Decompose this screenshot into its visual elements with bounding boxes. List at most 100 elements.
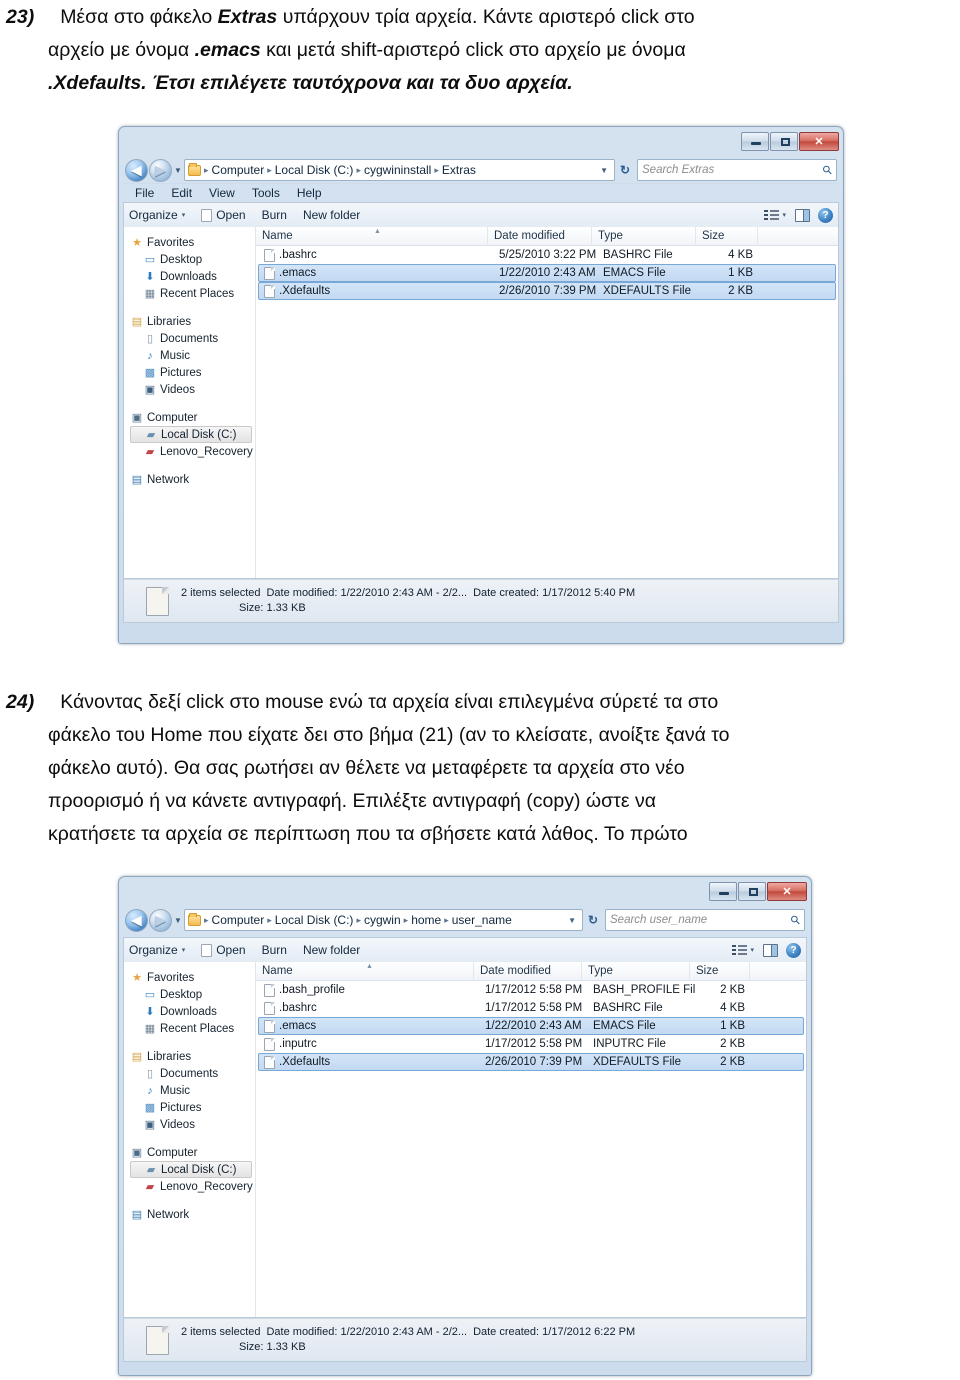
menu-file[interactable]: File <box>135 186 154 200</box>
minimize-button[interactable] <box>741 132 769 151</box>
sidebar-item-documents[interactable]: ▯ Documents <box>130 1065 255 1082</box>
column-header-size[interactable]: Size <box>696 227 758 246</box>
sidebar-item-music[interactable]: ♪ Music <box>130 1082 255 1099</box>
new-folder-button[interactable]: New folder <box>303 943 360 957</box>
sidebar-item-recent-places[interactable]: ▦ Recent Places <box>130 1020 255 1037</box>
breadcrumb[interactable]: ▸ Computer ▸ Local Disk (C:) ▸ cygwin ▸ … <box>203 913 564 927</box>
table-row[interactable]: .Xdefaults 2/26/2010 7:39 PM XDEFAULTS F… <box>258 282 836 300</box>
menu-help[interactable]: Help <box>297 186 322 200</box>
breadcrumb-item-cygwininstall[interactable]: cygwininstall <box>362 163 433 177</box>
menu-tools[interactable]: Tools <box>252 186 280 200</box>
help-icon[interactable]: ? <box>818 207 833 223</box>
titlebar[interactable]: ✕ <box>123 131 839 157</box>
minimize-button[interactable] <box>709 882 737 901</box>
navigation-pane[interactable]: ★ Favorites ▭ Desktop ⬇ Downloads ▦ Recent P… <box>124 962 256 1317</box>
table-row[interactable]: .bashrc 1/17/2012 5:58 PM BASHRC File 4 … <box>258 999 804 1017</box>
address-bar[interactable]: ▸ Computer ▸ Local Disk (C:) ▸ cygwinins… <box>184 159 615 181</box>
sidebar-item-local-disk-c[interactable]: ▰ Local Disk (C:) <box>130 426 252 443</box>
sidebar-item-computer[interactable]: ▣ Computer <box>130 1144 255 1161</box>
sidebar-item-favorites[interactable]: ★ Favorites <box>130 969 255 986</box>
menu-edit[interactable]: Edit <box>171 186 192 200</box>
file-list-empty-area[interactable] <box>256 1071 806 1317</box>
file-list-pane[interactable]: Name Date modified Type Size ▲ .bashrc 5… <box>256 227 838 578</box>
command-bar-right[interactable]: ▾ ? <box>732 942 801 958</box>
close-button[interactable]: ✕ <box>799 132 839 151</box>
column-headers[interactable]: Name Date modified Type Size ▲ <box>256 962 806 981</box>
sidebar-item-network[interactable]: ▤ Network <box>130 1206 255 1223</box>
sidebar-item-lenovo-recovery[interactable]: ▰ Lenovo_Recovery (D <box>130 443 255 460</box>
breadcrumb-item-home[interactable]: home <box>409 913 443 927</box>
view-chevron-down-icon[interactable]: ▾ <box>782 211 786 219</box>
sidebar-item-documents[interactable]: ▯ Documents <box>130 330 255 347</box>
navigation-pane[interactable]: ★ Favorites ▭ Desktop ⬇ Downloads ▦ Recent P… <box>124 227 256 578</box>
command-bar[interactable]: Organize ▾ Open Burn New folder ▾ ? <box>123 202 839 227</box>
titlebar[interactable]: ✕ <box>123 881 807 907</box>
explorer-window-extras[interactable]: ✕ ◀ ▶ ▼ ▸ Computer ▸ Local Disk (C:) ▸ c… <box>118 126 844 644</box>
file-list-empty-area[interactable] <box>256 300 838 578</box>
history-dropdown-icon[interactable]: ▼ <box>172 916 184 925</box>
sidebar-item-desktop[interactable]: ▭ Desktop <box>130 986 255 1003</box>
breadcrumb-item-computer[interactable]: Computer <box>210 163 267 177</box>
sidebar-item-downloads[interactable]: ⬇ Downloads <box>130 268 255 285</box>
sidebar-item-libraries[interactable]: ▤ Libraries <box>130 1048 255 1065</box>
open-button[interactable]: Open <box>201 208 246 222</box>
column-header-type[interactable]: Type <box>592 227 696 246</box>
change-view-icon[interactable] <box>732 944 748 956</box>
search-box[interactable]: Search Extras ⚲ <box>637 159 837 181</box>
refresh-button[interactable]: ↻ <box>583 913 603 927</box>
sidebar-item-videos[interactable]: ▣ Videos <box>130 1116 255 1133</box>
sidebar-item-downloads[interactable]: ⬇ Downloads <box>130 1003 255 1020</box>
sidebar-item-videos[interactable]: ▣ Videos <box>130 381 255 398</box>
search-input[interactable]: Search Extras <box>642 164 823 176</box>
sidebar-item-computer[interactable]: ▣ Computer <box>130 409 255 426</box>
search-box[interactable]: Search user_name ⚲ <box>605 909 805 931</box>
sidebar-item-local-disk-c[interactable]: ▰ Local Disk (C:) <box>130 1161 252 1178</box>
sidebar-item-lenovo-recovery[interactable]: ▰ Lenovo_Recovery (D <box>130 1178 255 1195</box>
sidebar-item-pictures[interactable]: ▩ Pictures <box>130 364 255 381</box>
file-list-pane[interactable]: Name Date modified Type Size ▲ .bash_pro… <box>256 962 806 1317</box>
back-button[interactable]: ◀ <box>125 158 148 182</box>
breadcrumb-item-computer[interactable]: Computer <box>210 913 267 927</box>
refresh-button[interactable]: ↻ <box>615 163 635 177</box>
address-dropdown-icon[interactable]: ▼ <box>596 166 612 175</box>
explorer-window-user-home[interactable]: ✕ ◀ ▶ ▼ ▸ Computer ▸ Local Disk (C:) ▸ c… <box>118 876 812 1376</box>
column-header-size[interactable]: Size <box>690 962 750 981</box>
command-bar[interactable]: Organize ▾ Open Burn New folder ▾ ? <box>123 937 807 962</box>
address-row[interactable]: ◀ ▶ ▼ ▸ Computer ▸ Local Disk (C:) ▸ cyg… <box>123 907 807 933</box>
sidebar-item-recent-places[interactable]: ▦ Recent Places <box>130 285 255 302</box>
sidebar-item-music[interactable]: ♪ Music <box>130 347 255 364</box>
close-button[interactable]: ✕ <box>767 882 807 901</box>
back-button[interactable]: ◀ <box>125 908 148 932</box>
forward-button[interactable]: ▶ <box>149 908 172 932</box>
menu-bar[interactable]: File Edit View Tools Help <box>123 183 839 202</box>
breadcrumb-item-user-name[interactable]: user_name <box>450 913 514 927</box>
breadcrumb[interactable]: ▸ Computer ▸ Local Disk (C:) ▸ cygwinins… <box>203 163 596 177</box>
new-folder-button[interactable]: New folder <box>303 208 360 222</box>
command-bar-right[interactable]: ▾ ? <box>764 207 833 223</box>
breadcrumb-item-local-disk[interactable]: Local Disk (C:) <box>273 163 356 177</box>
table-row[interactable]: .emacs 1/22/2010 2:43 AM EMACS File 1 KB <box>258 1017 804 1035</box>
breadcrumb-item-extras[interactable]: Extras <box>440 163 478 177</box>
view-chevron-down-icon[interactable]: ▾ <box>750 946 754 954</box>
preview-pane-icon[interactable] <box>763 943 778 957</box>
sidebar-item-pictures[interactable]: ▩ Pictures <box>130 1099 255 1116</box>
change-view-icon[interactable] <box>764 209 780 221</box>
sidebar-item-desktop[interactable]: ▭ Desktop <box>130 251 255 268</box>
column-header-name[interactable]: Name <box>256 962 474 981</box>
burn-button[interactable]: Burn <box>262 208 287 222</box>
address-dropdown-icon[interactable]: ▼ <box>564 916 580 925</box>
table-row[interactable]: .bashrc 5/25/2010 3:22 PM BASHRC File 4 … <box>258 246 836 264</box>
window-controls[interactable]: ✕ <box>740 132 839 151</box>
preview-pane-icon[interactable] <box>795 208 810 222</box>
organize-button[interactable]: Organize ▾ <box>129 943 185 957</box>
table-row[interactable]: .Xdefaults 2/26/2010 7:39 PM XDEFAULTS F… <box>258 1053 804 1071</box>
sidebar-item-network[interactable]: ▤ Network <box>130 471 255 488</box>
column-header-date-modified[interactable]: Date modified <box>474 962 582 981</box>
breadcrumb-item-local-disk[interactable]: Local Disk (C:) <box>273 913 356 927</box>
search-input[interactable]: Search user_name <box>610 914 791 926</box>
address-row[interactable]: ◀ ▶ ▼ ▸ Computer ▸ Local Disk (C:) ▸ cyg… <box>123 157 839 183</box>
column-headers[interactable]: Name Date modified Type Size ▲ <box>256 227 838 246</box>
help-icon[interactable]: ? <box>786 942 801 958</box>
column-header-type[interactable]: Type <box>582 962 690 981</box>
window-controls[interactable]: ✕ <box>708 882 807 901</box>
